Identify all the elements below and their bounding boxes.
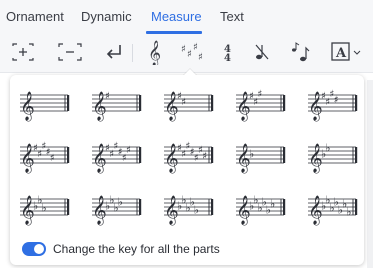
- key-signature-staff: 𝄞♯: [92, 91, 142, 121]
- key-signature-option[interactable]: 𝄞 ♭ ♭ ♭ ♭ ♭ ♭ ♭: [308, 187, 364, 227]
- sharp-accidental: ♯: [50, 153, 55, 164]
- key-signature-option[interactable]: 𝄞 ♯ ♯ ♯ ♯: [308, 83, 364, 123]
- sharp-accidental: ♯: [105, 91, 110, 102]
- svg-text:♯: ♯: [198, 52, 203, 63]
- popover-caret: [183, 69, 197, 76]
- key-signature-option[interactable]: 𝄞 ♭ ♭ ♭ ♭ ♭: [164, 187, 220, 227]
- sharp-accidental: ♯: [202, 151, 207, 162]
- tab-ornament[interactable]: Ornament: [6, 9, 64, 24]
- sharp-accidental: ♯: [181, 97, 186, 108]
- line-break-icon: [106, 45, 121, 59]
- insert-measure-icon: [12, 43, 34, 61]
- time-signature-icon: 4 4: [224, 44, 231, 63]
- svg-text:𝄞: 𝄞: [148, 40, 161, 65]
- flat-accidental: ♭: [194, 204, 199, 217]
- sharp-accidental: ♯: [334, 95, 339, 106]
- flat-accidental: ♭: [249, 148, 254, 161]
- pickup-measure-button[interactable]: [249, 40, 275, 64]
- sharp-accidental: ♯: [126, 145, 131, 156]
- key-signature-option[interactable]: 𝄞 ♯ ♯ ♯ ♯ ♯ ♯: [92, 135, 148, 175]
- clef-button[interactable]: 𝄞: [141, 40, 167, 65]
- flat-accidental: ♭: [270, 198, 275, 211]
- key-signature-staff: 𝄞♭♭: [308, 142, 358, 173]
- key-signature-option[interactable]: 𝄞 ♭ ♭ ♭ ♭: [92, 187, 148, 227]
- clef-icon: 𝄞: [148, 40, 161, 65]
- all-parts-toggle-row: Change the key for all the parts: [22, 240, 220, 258]
- key-signature-staff: 𝄞♭♭♭♭♭♭: [236, 194, 286, 225]
- key-signature-staff: 𝄞♯♯♯♯♯: [20, 141, 70, 173]
- line-break-button[interactable]: [101, 40, 127, 64]
- flat-accidental: ♭: [325, 142, 330, 155]
- insert-measure-button[interactable]: [10, 40, 36, 64]
- svg-text:♯: ♯: [187, 49, 192, 60]
- key-signature-option[interactable]: 𝄞 ♯ ♯ ♯ ♯ ♯: [20, 135, 76, 175]
- key-signature-icon: ♯ ♯ ♯ ♯: [181, 42, 203, 63]
- tab-bar: Ornament Dynamic Measure Text: [0, 0, 373, 34]
- key-signature-staff: 𝄞: [20, 91, 70, 121]
- key-signature-staff: 𝄞♭: [236, 143, 286, 173]
- text-style-button[interactable]: A: [331, 40, 361, 64]
- remove-measure-icon: [58, 43, 82, 61]
- tab-dynamic[interactable]: Dynamic: [81, 9, 132, 24]
- all-parts-toggle-label: Change the key for all the parts: [53, 242, 220, 256]
- key-signature-option[interactable]: 𝄞 ♭ ♭ ♭: [20, 187, 76, 227]
- key-signature-staff: 𝄞♭♭♭♭: [92, 194, 142, 225]
- key-signature-staff: 𝄞♯♯♯♯♯♯♯: [164, 141, 214, 173]
- flat-accidental: ♭: [118, 196, 123, 209]
- measure-toolbar: 𝄞 ♯ ♯ ♯ ♯ 4 4 A: [0, 34, 373, 73]
- key-signature-staff: 𝄞♭♭♭♭♭♭♭: [308, 194, 358, 225]
- flat-accidental: ♭: [346, 206, 351, 219]
- text-style-icon: A: [331, 42, 361, 61]
- chevron-down-icon: [353, 50, 361, 55]
- key-signature-option[interactable]: 𝄞 ♯ ♯ ♯ ♯ ♯ ♯ ♯: [164, 135, 220, 175]
- key-signature-button[interactable]: ♯ ♯ ♯ ♯: [178, 40, 204, 64]
- tab-measure[interactable]: Measure: [151, 9, 202, 24]
- key-signature-staff: 𝄞♯♯♯: [236, 89, 286, 121]
- key-signature-staff: 𝄞♭♭♭: [20, 194, 70, 225]
- key-signature-staff: 𝄞♯♯♯♯♯♯: [92, 141, 142, 173]
- sharp-accidental: ♯: [257, 89, 262, 100]
- key-signature-option[interactable]: 𝄞 ♭ ♭: [308, 135, 364, 175]
- key-signature-popover: 𝄞 𝄞 ♯ 𝄞 ♯ ♯ 𝄞 ♯ ♯ ♯ 𝄞 ♯ ♯ ♯ ♯ 𝄞 ♯ ♯ ♯ ♯ ♯ 𝄞 ♯ ♯ ♯ ♯ ♯ ♯ 𝄞 ♯ ♯ ♯ ♯ ♯ ♯ ♯ 𝄞 ♭ 𝄞 ♭…: [10, 75, 364, 265]
- toolbar-divider: [132, 44, 133, 62]
- key-signature-staff: 𝄞♭♭♭♭♭: [164, 194, 214, 225]
- time-signature-button[interactable]: 4 4: [215, 40, 241, 64]
- background-edge: [367, 80, 373, 268]
- svg-text:4: 4: [224, 53, 231, 63]
- svg-text:♯: ♯: [181, 44, 186, 55]
- key-signature-staff: 𝄞♯♯♯♯: [308, 89, 358, 121]
- key-signature-option[interactable]: 𝄞 ♭ ♭ ♭ ♭ ♭ ♭: [236, 187, 292, 227]
- key-signature-staff: 𝄞♯♯: [164, 91, 214, 121]
- tab-text[interactable]: Text: [220, 9, 244, 24]
- grace-notes-button[interactable]: [287, 40, 313, 64]
- key-signature-option[interactable]: 𝄞 ♯ ♯: [164, 83, 220, 123]
- svg-text:A: A: [335, 46, 347, 61]
- pickup-measure-icon: [255, 44, 269, 60]
- remove-measure-button[interactable]: [57, 40, 83, 64]
- key-signature-option[interactable]: 𝄞: [20, 83, 76, 123]
- key-signature-option[interactable]: 𝄞 ♯: [92, 83, 148, 123]
- treble-clef-icon: 𝄞: [20, 91, 35, 121]
- flat-accidental: ♭: [41, 202, 46, 215]
- key-signature-option[interactable]: 𝄞 ♭: [236, 135, 292, 175]
- grace-notes-icon: [292, 42, 310, 62]
- key-signature-option[interactable]: 𝄞 ♯ ♯ ♯: [236, 83, 292, 123]
- all-parts-toggle[interactable]: [22, 242, 46, 256]
